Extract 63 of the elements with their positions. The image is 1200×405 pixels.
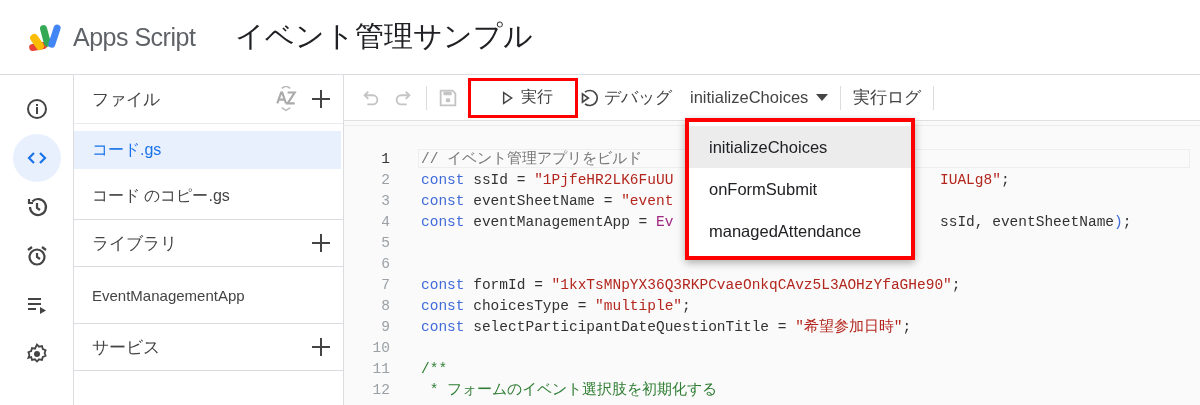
code-text: choicesType = — [472, 297, 588, 314]
line-number: 5 — [380, 234, 391, 251]
code-keyword: const — [421, 213, 465, 230]
project-title[interactable]: イベント管理サンプル — [235, 17, 534, 57]
line-number: 3 — [380, 192, 391, 209]
code-string: "1kxTsMNpYX36Q3RKPCvaeOnkqCAvz5L3AOHzYfaGHe90" — [551, 276, 952, 293]
line-number: 7 — [380, 276, 391, 293]
code-text: ) — [1114, 213, 1123, 230]
code-keyword: const — [421, 276, 465, 293]
add-icon[interactable] — [309, 335, 333, 359]
code-text: ; — [1122, 213, 1132, 230]
line-number: 12 — [371, 381, 391, 398]
dropdown-caret-icon — [816, 93, 829, 102]
menu-item[interactable]: onFormSubmit — [689, 168, 911, 210]
code-string: "1PjfeHR2LK6FuUU — [534, 171, 674, 188]
code-text: ; — [1000, 171, 1010, 188]
menu-item[interactable]: managedAttendance — [689, 210, 911, 252]
code-text: eventSheetName = — [472, 192, 614, 209]
section-heading: サービス — [92, 336, 160, 359]
info-icon — [24, 97, 49, 121]
section-heading: ライブラリ — [92, 232, 177, 255]
code-text: formId = — [472, 276, 544, 293]
code-text: eventManagementApp = — [472, 213, 649, 230]
files-heading: ファイル — [92, 88, 161, 111]
code-text: ssId = — [472, 171, 527, 188]
code-text: ssId, eventSheetName — [940, 213, 1115, 230]
line-number: 10 — [371, 339, 391, 356]
library-item[interactable]: EventManagementApp — [74, 267, 343, 324]
code-text: ; — [682, 297, 691, 314]
product-name: Apps Script — [73, 22, 196, 52]
code-string: "event — [621, 192, 674, 209]
code-comment: * フォームのイベント選択肢を初期化する — [428, 380, 718, 399]
line-number: 9 — [380, 318, 391, 335]
code-string: "希望参加日時" — [795, 317, 903, 336]
menu-item[interactable]: initializeChoices — [689, 126, 911, 168]
add-file-icon[interactable] — [309, 87, 333, 111]
line-number: 2 — [380, 171, 391, 188]
line-number: 8 — [380, 297, 391, 314]
file-item[interactable]: コード.gs — [74, 131, 341, 169]
function-selector[interactable]: initializeChoices — [688, 79, 839, 116]
file-item[interactable]: コード のコピー.gs — [74, 177, 341, 215]
line-number: 4 — [380, 213, 391, 230]
editor-button[interactable] — [12, 134, 61, 182]
line-number: 1 — [380, 150, 391, 167]
code-string: "multiple" — [595, 297, 683, 314]
code-identifier: Ev — [655, 213, 674, 230]
code-keyword: const — [421, 297, 465, 314]
code-keyword: const — [421, 192, 465, 209]
code-comment: /** — [421, 360, 448, 377]
line-number: 11 — [371, 360, 391, 377]
debug-icon — [580, 87, 600, 108]
code-text: ; — [902, 318, 912, 335]
debug-button[interactable]: デバッグ — [578, 79, 682, 116]
code-keyword: const — [421, 318, 465, 335]
execution-log-button[interactable]: 実行ログ — [851, 79, 932, 116]
code-comment: // イベント管理アプリをビルド — [421, 149, 643, 168]
add-icon[interactable] — [309, 231, 333, 255]
code-text: selectParticipantDateQuestionTitle = — [472, 318, 788, 335]
code-text: ; — [951, 276, 961, 293]
line-number: 6 — [380, 255, 391, 272]
code-string: IUALg8" — [940, 171, 1001, 188]
run-button[interactable]: 実行 — [468, 77, 578, 118]
code-keyword: const — [421, 171, 465, 188]
